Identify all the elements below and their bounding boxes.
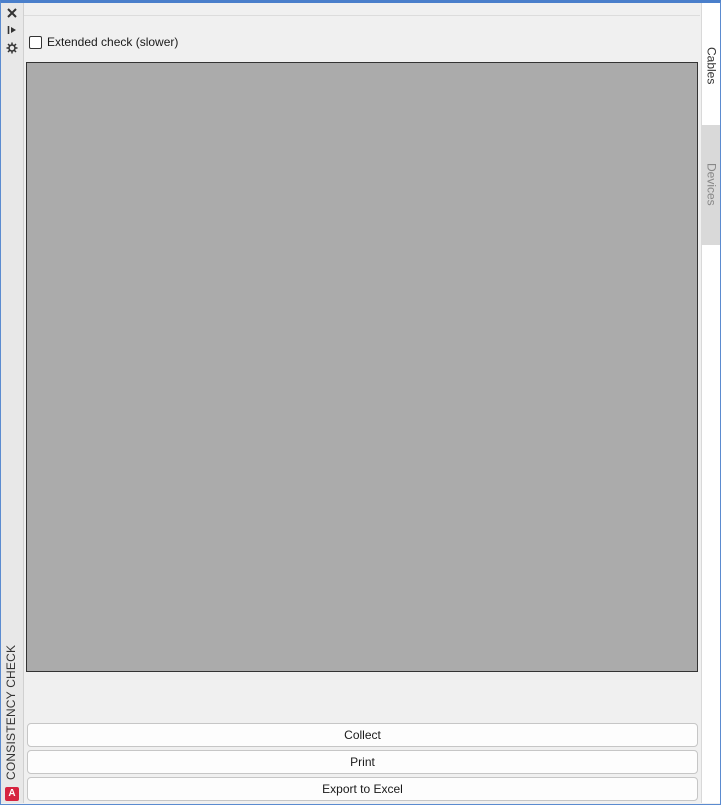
- palette-title-bar: CONSISTENCY CHECK A: [1, 3, 24, 803]
- extended-check-label[interactable]: Extended check (slower): [47, 35, 178, 49]
- results-pane[interactable]: [26, 62, 698, 672]
- palette-title: CONSISTENCY CHECK: [4, 644, 18, 780]
- export-to-excel-button[interactable]: Export to Excel: [27, 777, 698, 801]
- app-logo: A: [5, 787, 19, 801]
- palette-window: CONSISTENCY CHECK A Extended check (slow…: [0, 0, 721, 805]
- tab-devices[interactable]: Devices: [702, 125, 720, 245]
- tab-cables[interactable]: Cables: [702, 41, 720, 125]
- extended-check-option[interactable]: Extended check (slower): [29, 33, 178, 51]
- close-icon[interactable]: [4, 5, 20, 21]
- print-button[interactable]: Print: [27, 750, 698, 774]
- side-tab-strip: Cables Devices: [701, 3, 720, 803]
- content-area: Extended check (slower) Collect Print Ex…: [24, 15, 700, 804]
- collect-button[interactable]: Collect: [27, 723, 698, 747]
- properties-icon[interactable]: [4, 40, 20, 56]
- extended-check-checkbox[interactable]: [29, 35, 42, 49]
- auto-hide-icon[interactable]: [4, 22, 20, 38]
